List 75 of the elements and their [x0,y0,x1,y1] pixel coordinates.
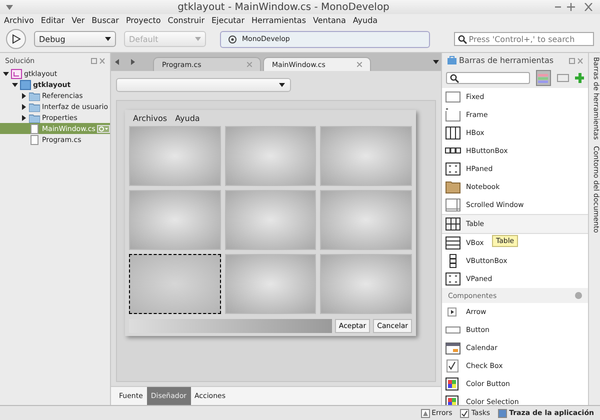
menu-item[interactable]: Ver [72,16,85,24]
folder-icon [29,90,40,100]
log-icon [498,408,508,418]
caret-icon [279,83,285,87]
menu-item[interactable]: Ventana [313,16,346,24]
menu-item[interactable]: Construir [168,16,204,24]
window-controls-icon[interactable] [554,3,594,11]
collapse-icon[interactable] [575,292,582,299]
widget-icon [445,162,461,176]
widget-icon [445,377,461,391]
play-icon [11,34,21,44]
widget-icon [445,198,461,212]
file-icon [29,124,40,134]
close-icon[interactable] [247,62,252,67]
caret-icon [105,37,111,41]
menu-item[interactable]: Proyecto [126,16,161,24]
placeholder-cell[interactable] [320,190,412,250]
widget-icon [445,217,461,231]
expander-icon[interactable] [21,104,27,110]
tab-scroll-icon[interactable] [115,59,137,65]
expander-icon[interactable] [3,70,9,76]
menu-item[interactable]: Editar [40,16,65,24]
placeholder-cell[interactable] [224,190,316,250]
window-title: gtklayout - MainWindow.cs - MonoDevelop [176,2,390,12]
status-icon [228,34,237,44]
widget-icon [445,108,461,122]
toolbox-icon [447,56,457,65]
widget-dropdown[interactable] [116,78,291,92]
list-view-button[interactable] [536,70,552,86]
widget-icon [445,236,461,250]
widget-icon [445,126,461,140]
search-icon [450,74,459,82]
placeholder-cell[interactable] [129,190,221,250]
placeholder-cell[interactable] [320,126,412,186]
placeholder-cell[interactable] [320,254,412,314]
caret-icon [195,37,201,41]
placeholder-cell[interactable] [129,126,221,186]
placeholder-cell[interactable] [224,126,316,186]
project-icon [20,80,31,90]
search-field[interactable]: Press 'Control+,' to search [454,32,594,46]
panel-title: Barras de herramientas [459,56,555,65]
checkbox-icon [460,408,470,418]
close-icon[interactable] [357,62,362,67]
warning-icon [420,408,430,418]
add-icon[interactable] [574,73,584,83]
menu-item[interactable]: Archivo [4,16,34,24]
run-button[interactable] [6,29,26,49]
menu-item[interactable]: Ayuda [352,16,378,24]
gear-icon[interactable] [97,124,110,132]
menu-item[interactable]: Herramientas [252,16,306,24]
expander-icon[interactable] [21,92,27,98]
preview-menu-item[interactable]: Ayuda [175,114,200,123]
panel-controls-icon[interactable] [91,58,105,64]
preview-menu-item[interactable]: Archivos [133,114,168,123]
solution-icon [11,68,22,78]
widget-icon [445,272,461,286]
folder-icon [445,180,461,194]
configuration-dropdown[interactable]: Debug [34,31,116,47]
widget-icon [445,359,461,373]
expander-icon[interactable] [21,114,27,120]
placeholder-cell[interactable] [224,254,316,314]
toolbox-search-field[interactable] [446,72,530,84]
menu-item[interactable]: Buscar [92,16,119,24]
expander-icon[interactable] [12,82,18,88]
panel-controls-icon[interactable] [569,58,583,64]
menu-item[interactable]: Ejecutar [212,16,244,24]
file-icon [29,134,40,144]
widget-icon [445,90,461,104]
caret-icon[interactable] [6,4,13,10]
folder-icon [29,102,40,112]
widget-icon [445,341,461,355]
placeholder-cell[interactable] [129,254,221,314]
search-icon [458,34,467,44]
category-toggle-icon[interactable] [557,74,568,82]
caret-icon[interactable] [433,60,441,64]
